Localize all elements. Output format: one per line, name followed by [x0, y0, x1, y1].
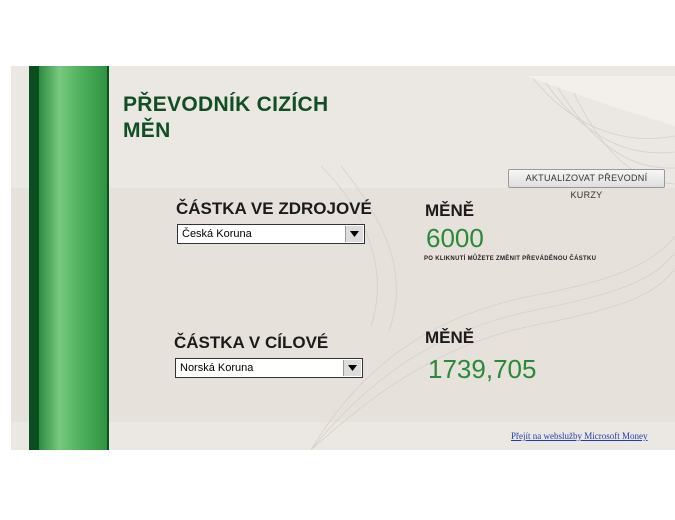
source-currency-value: Česká Koruna — [182, 228, 252, 240]
dropdown-arrow-button[interactable] — [345, 226, 363, 242]
refresh-rates-button[interactable]: AKTUALIZOVAT PŘEVODNÍ KURZY — [508, 169, 665, 200]
source-currency-suffix: MĚNĚ — [425, 201, 475, 220]
triangle-down-icon — [350, 231, 359, 237]
target-currency-value: Norská Koruna — [180, 362, 254, 374]
target-amount-value: 1739,705 — [428, 354, 537, 384]
target-currency-select[interactable]: Norská Koruna — [175, 358, 363, 378]
source-amount-hint: PO KLIKNUTÍ MŮŽETE ZMĚNIT PŘEVÁDĚNOU ČÁS… — [424, 256, 597, 262]
target-amount-label: ČÁSTKA V CÍLOVÉ — [174, 333, 329, 352]
left-gradient-bar — [39, 66, 107, 450]
page-title: PŘEVODNÍK CIZÍCH MĚN — [123, 93, 329, 142]
microsoft-money-link[interactable]: Přejít na webslužby Microsoft Money — [511, 431, 647, 441]
source-currency-select[interactable]: Česká Koruna — [177, 224, 365, 244]
converter-panel: PŘEVODNÍK CIZÍCH MĚN AKTUALIZOVAT PŘEVODN… — [11, 66, 675, 450]
source-amount-value[interactable]: 6000 — [426, 223, 484, 254]
target-currency-suffix: MĚNĚ — [425, 328, 475, 347]
dropdown-arrow-button[interactable] — [343, 360, 361, 376]
source-amount-label: ČÁSTKA VE ZDROJOVÉ — [176, 199, 372, 218]
triangle-down-icon — [348, 365, 357, 371]
left-bar-stripe — [33, 176, 37, 450]
